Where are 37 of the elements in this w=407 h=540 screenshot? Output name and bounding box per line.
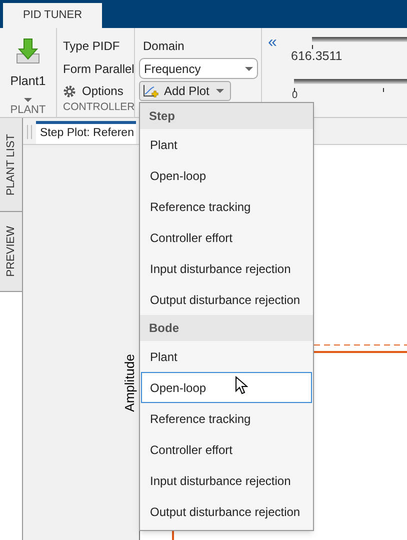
options-button[interactable]: Options <box>63 82 124 100</box>
menu-section-header: Step <box>140 103 313 129</box>
menu-item[interactable]: Plant <box>141 129 312 160</box>
domain-label: Domain <box>142 38 186 55</box>
cursor-icon <box>235 376 248 395</box>
axis-label: Amplitude <box>120 354 138 412</box>
menu-item[interactable]: Reference tracking <box>141 191 312 222</box>
collapse-button[interactable]: « <box>268 35 277 51</box>
type-label: Type PIDF <box>63 38 121 55</box>
plant-button[interactable]: Plant1 <box>10 38 46 102</box>
menu-item[interactable]: Controller effort <box>141 434 312 465</box>
section-label: CONTROLLER <box>63 100 134 116</box>
ribbon-tab[interactable]: PID TUNER <box>3 3 102 28</box>
domain-dropdown[interactable]: Frequency <box>139 58 258 79</box>
import-icon <box>16 38 40 64</box>
menu-item[interactable]: Input disturbance rejection <box>141 465 312 496</box>
menu-item[interactable]: Output disturbance rejection <box>141 496 312 527</box>
menu-item[interactable]: Plant <box>141 341 312 372</box>
side-tab[interactable]: PLANT LIST <box>0 118 22 212</box>
menu-item[interactable]: Input disturbance rejection <box>141 253 312 284</box>
menu-section-header: Bode <box>140 315 313 341</box>
add-plot-button[interactable]: Add Plot <box>139 81 231 101</box>
form-label: Form Parallel <box>63 61 134 78</box>
menu-item[interactable]: Reference tracking <box>141 403 312 434</box>
chart-add-icon <box>143 84 159 98</box>
caret-icon <box>245 66 253 70</box>
menu-item[interactable]: Open-loop <box>141 372 312 403</box>
slider-reading: 616.3511 <box>291 50 342 62</box>
menu-item[interactable]: Output disturbance rejection <box>141 284 312 315</box>
document-tab[interactable]: Step Plot: Referen <box>36 121 136 144</box>
section-label: PLANT <box>10 102 46 118</box>
menu-item[interactable]: Controller effort <box>141 222 312 253</box>
menu-item[interactable]: Open-loop <box>141 160 312 191</box>
caret-icon <box>216 89 224 93</box>
side-tab[interactable]: PREVIEW <box>0 212 22 292</box>
caret-icon <box>24 98 32 102</box>
gear-icon <box>63 84 76 98</box>
